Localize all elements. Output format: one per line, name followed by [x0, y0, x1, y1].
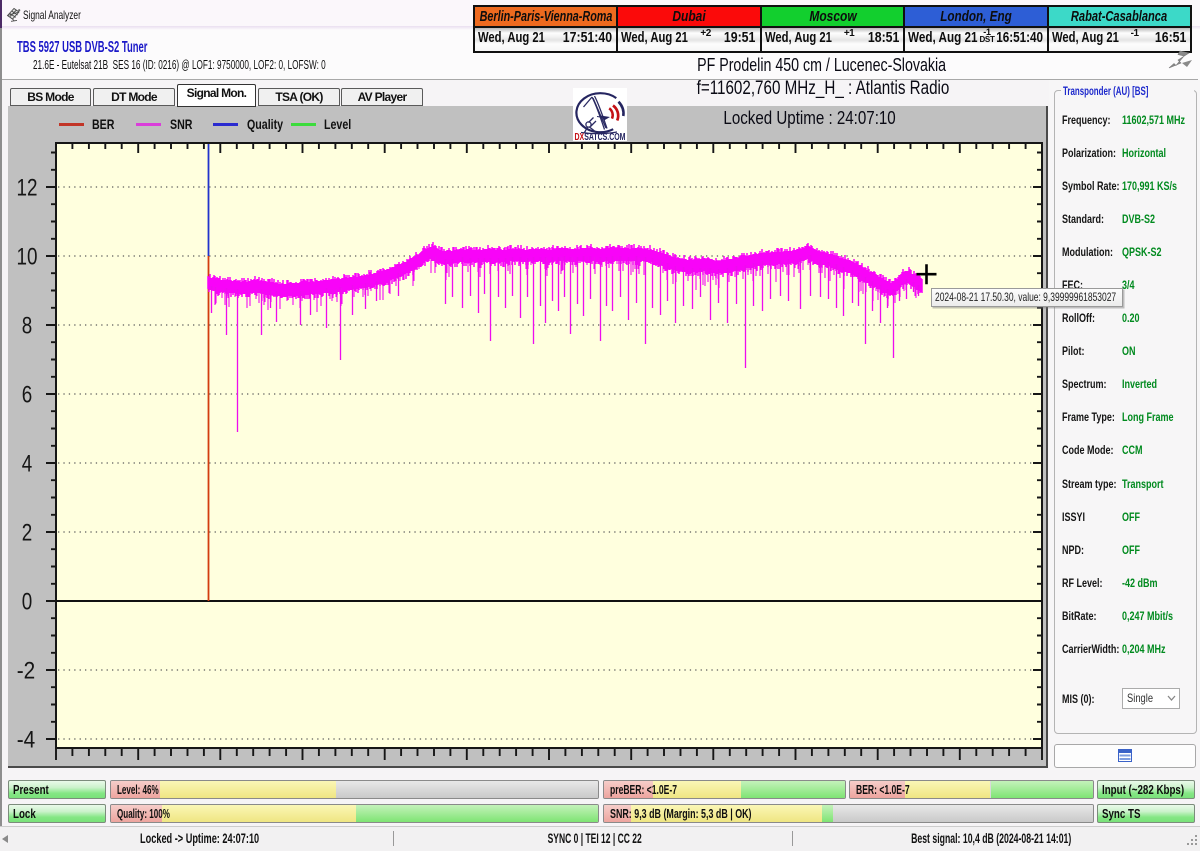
svg-text:4: 4 [22, 451, 33, 478]
svg-text:-4: -4 [17, 727, 36, 754]
svg-text:8: 8 [22, 313, 33, 340]
svg-text:10: 10 [17, 244, 38, 271]
svg-text:-2: -2 [17, 658, 36, 685]
svg-text:DXSATCS.COM: DXSATCS.COM [575, 132, 626, 141]
svg-text:12: 12 [17, 175, 38, 202]
svg-text:0: 0 [22, 589, 33, 616]
svg-text:2: 2 [22, 520, 33, 547]
svg-text:6: 6 [22, 382, 33, 409]
